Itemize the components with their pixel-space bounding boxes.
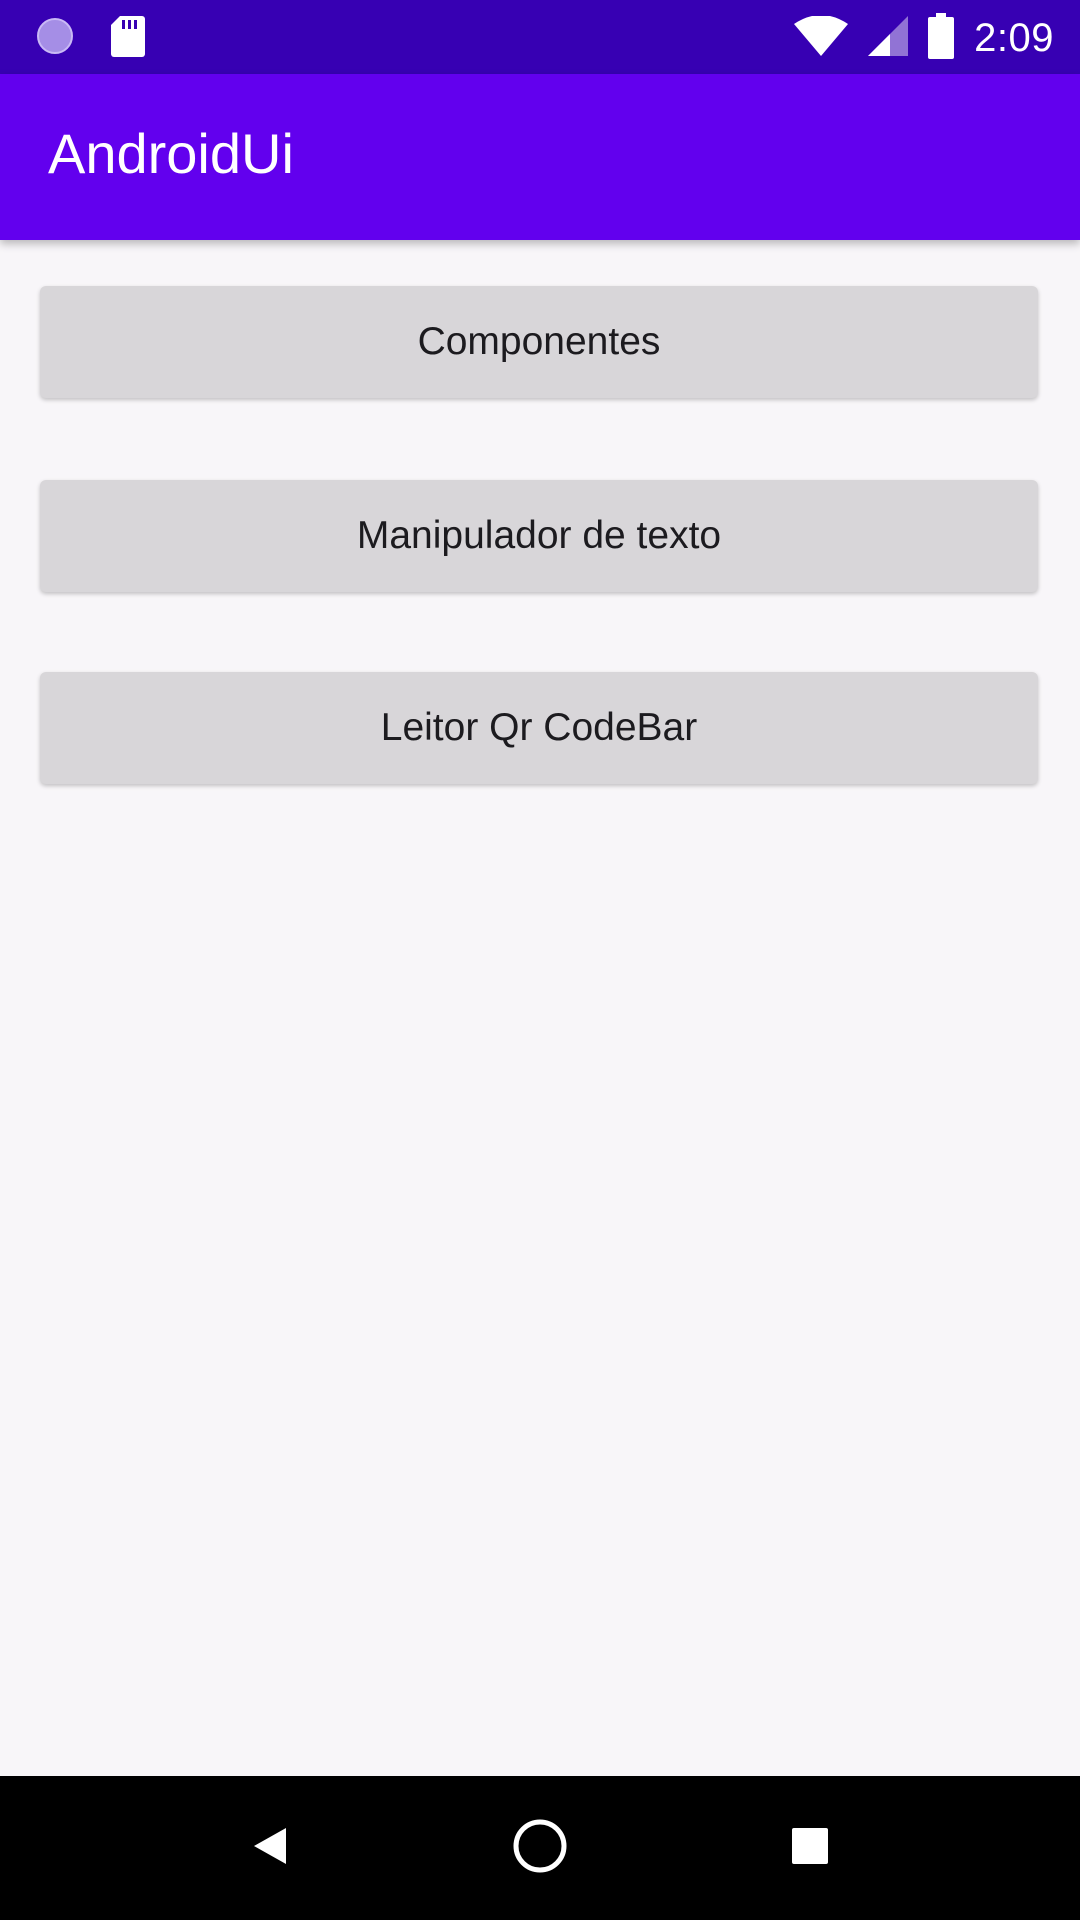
- status-bar: 2:09: [0, 0, 1080, 74]
- recents-icon: [790, 1826, 830, 1871]
- circle-notification-icon: [34, 15, 76, 62]
- back-icon: [248, 1824, 292, 1873]
- app-bar: AndroidUi: [0, 74, 1080, 240]
- status-left-icons: [34, 14, 146, 63]
- status-right-icons: 2:09: [794, 10, 1054, 66]
- back-button[interactable]: [234, 1812, 306, 1884]
- screen: 2:09 AndroidUi Componentes Manipulador d…: [0, 0, 1080, 1920]
- cell-signal-icon: [868, 15, 909, 61]
- main-content: Componentes Manipulador de texto Leitor …: [0, 240, 1080, 1776]
- status-clock: 2:09: [974, 15, 1054, 60]
- leitor-qr-codebar-button[interactable]: Leitor Qr CodeBar: [40, 672, 1038, 784]
- componentes-button[interactable]: Componentes: [40, 286, 1038, 398]
- home-icon: [511, 1817, 569, 1880]
- recents-button[interactable]: [774, 1812, 846, 1884]
- app-title: AndroidUi: [48, 122, 294, 185]
- manipulador-de-texto-button[interactable]: Manipulador de texto: [40, 480, 1038, 592]
- wifi-icon: [794, 14, 849, 61]
- sd-card-icon: [110, 14, 146, 63]
- battery-icon: [928, 12, 955, 64]
- navigation-bar: [0, 1776, 1080, 1920]
- home-button[interactable]: [504, 1812, 576, 1884]
